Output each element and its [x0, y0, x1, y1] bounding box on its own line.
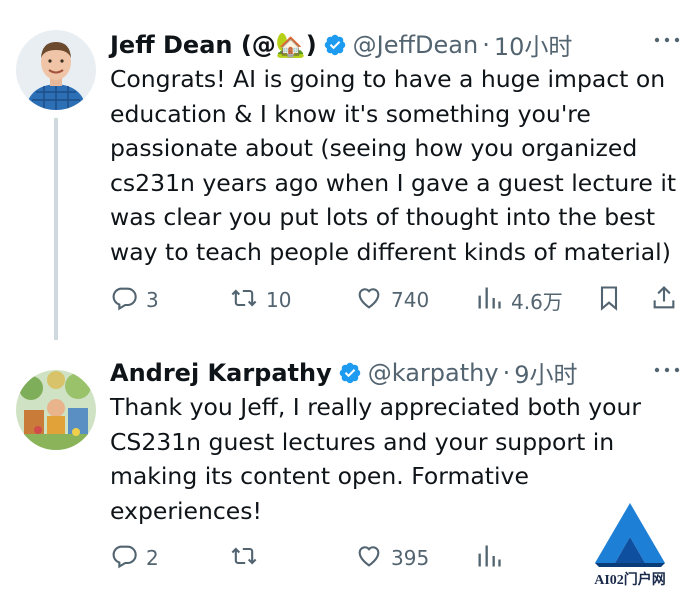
reply-button[interactable]: 3: [110, 282, 159, 318]
reply-icon: [110, 284, 146, 317]
like-icon: [355, 542, 391, 575]
separator-dot: ·: [502, 358, 511, 387]
author-handle[interactable]: @JeffDean: [353, 31, 479, 59]
tweet-jeff-dean[interactable]: Jeff Dean (@🏡) @JeffDean · 10小时 Congrats…: [0, 0, 700, 340]
retweet-button[interactable]: 10: [230, 282, 291, 318]
timestamp[interactable]: 9小时: [514, 355, 577, 390]
thread-line: [54, 118, 58, 340]
watermark-text: AI02门户网: [594, 573, 666, 588]
tweet-text: Congrats! AI is going to have a huge imp…: [110, 65, 677, 266]
retweet-button[interactable]: [230, 540, 266, 576]
tweet-header: Andrej Karpathy @karpathy · 9小时: [110, 355, 660, 390]
retweet-icon: [230, 542, 266, 575]
author-name[interactable]: Jeff Dean (@🏡): [110, 31, 317, 59]
share-button[interactable]: [650, 282, 678, 318]
retweet-count: 10: [266, 288, 292, 312]
reply-count: 2: [146, 546, 159, 570]
author-handle[interactable]: @karpathy: [368, 359, 499, 387]
like-button[interactable]: 740: [355, 282, 429, 318]
verified-badge-icon: [323, 33, 347, 57]
more-options-icon[interactable]: [652, 360, 682, 380]
bookmark-button[interactable]: [595, 282, 623, 318]
share-icon: [650, 284, 678, 317]
like-count: 740: [391, 288, 430, 312]
watermark-logo-icon: [595, 503, 665, 567]
tweet-header: Jeff Dean (@🏡) @JeffDean · 10小时: [110, 27, 660, 62]
like-count: 395: [391, 546, 430, 570]
tweet-actions: 3 10 740 4.6万: [110, 282, 685, 318]
verified-badge-icon: [338, 361, 362, 385]
watermark-logo: AI02门户网: [580, 499, 680, 589]
views-count: 4.6万: [511, 289, 563, 314]
retweet-icon: [230, 284, 266, 317]
more-options-icon[interactable]: [652, 30, 682, 50]
like-icon: [355, 284, 391, 317]
views-icon: [475, 542, 511, 575]
like-button[interactable]: 395: [355, 540, 429, 576]
author-name[interactable]: Andrej Karpathy: [110, 359, 332, 387]
views-button[interactable]: [475, 540, 511, 576]
reply-count: 3: [146, 288, 159, 312]
separator-dot: ·: [482, 30, 490, 59]
bookmark-icon: [595, 284, 623, 317]
avatar[interactable]: [16, 30, 96, 110]
views-icon: [475, 284, 511, 317]
reply-icon: [110, 542, 146, 575]
reply-button[interactable]: 2: [110, 540, 159, 576]
avatar[interactable]: [16, 370, 96, 450]
timestamp[interactable]: 10小时: [494, 27, 573, 62]
views-button[interactable]: 4.6万: [475, 282, 563, 318]
